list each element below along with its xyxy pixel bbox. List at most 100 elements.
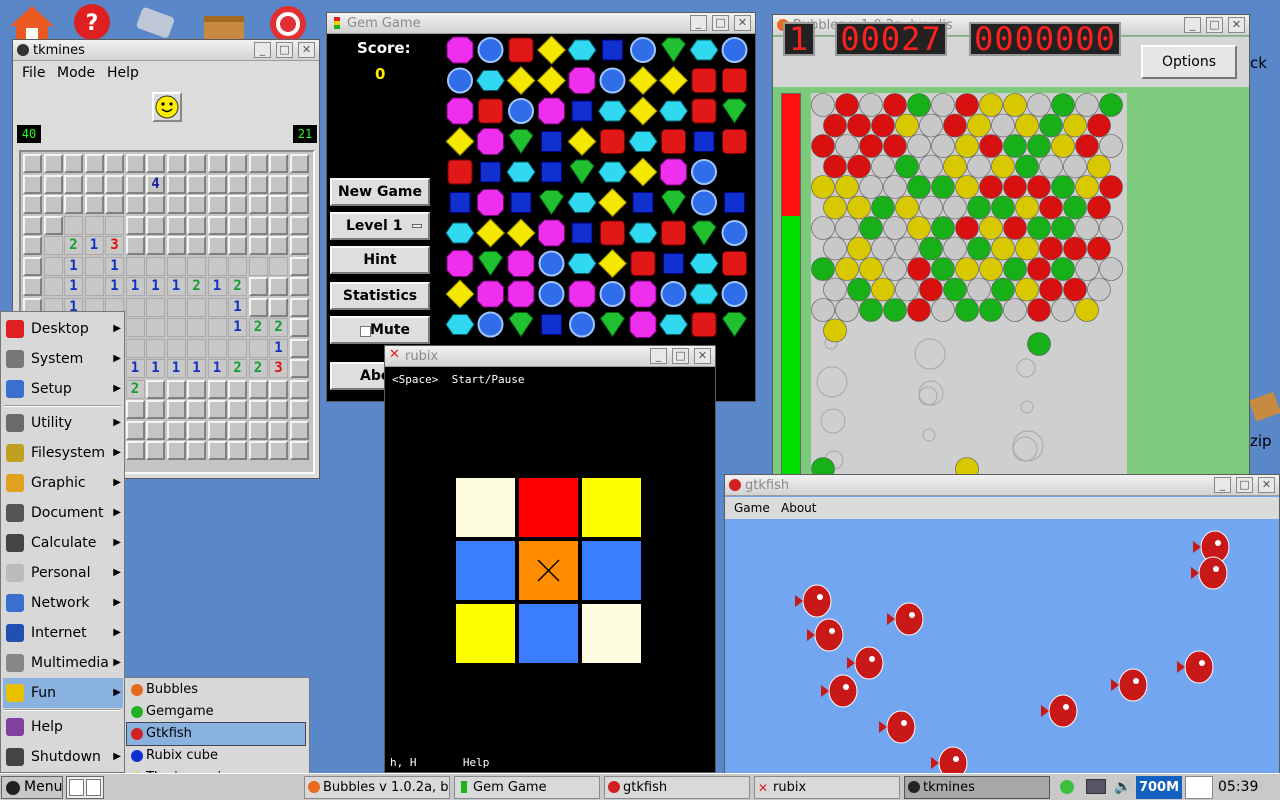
gem-cyan-hexagon[interactable]	[658, 314, 689, 335]
mine-cell[interactable]	[166, 420, 186, 440]
cube-facelet[interactable]	[582, 478, 641, 537]
mute-toggle[interactable]: Mute	[330, 316, 430, 344]
revealed-cell[interactable]	[84, 256, 104, 276]
mine-cell[interactable]	[84, 174, 104, 194]
mine-cell[interactable]	[228, 236, 247, 255]
mine-cell[interactable]	[248, 236, 268, 255]
revealed-cell[interactable]	[269, 256, 288, 276]
gem-green-emerald[interactable]	[538, 190, 565, 216]
mine-cell[interactable]	[146, 400, 165, 419]
gtkfish-titlebar[interactable]: gtkfish _ □ ✕	[725, 475, 1279, 496]
mine-cell[interactable]	[187, 154, 206, 173]
mine-cell[interactable]	[166, 236, 186, 255]
gem-blue-orb[interactable]	[599, 281, 626, 307]
mine-cell[interactable]	[125, 236, 145, 255]
gem-yellow-diamond[interactable]	[597, 187, 628, 218]
gem-magenta[interactable]	[507, 280, 535, 308]
mine-cell[interactable]	[187, 379, 206, 399]
gem-red-square[interactable]	[630, 251, 656, 276]
mine-cell[interactable]	[269, 215, 288, 235]
mine-cell[interactable]	[269, 441, 288, 460]
task-bubbles[interactable]: Bubbles v 1.0.2a, b	[304, 776, 450, 799]
cube-facelet[interactable]	[456, 478, 515, 537]
pager[interactable]	[66, 776, 104, 799]
mine-cell[interactable]	[269, 420, 288, 440]
mine-cell[interactable]	[269, 174, 288, 194]
mine-cell[interactable]	[84, 154, 104, 173]
revealed-cell[interactable]	[187, 256, 206, 276]
revealed-cell[interactable]	[125, 297, 145, 317]
gem-yellow-diamond[interactable]	[597, 248, 628, 279]
gem-yellow-diamond[interactable]	[475, 218, 506, 248]
revealed-cell[interactable]	[187, 338, 206, 358]
mine-cell[interactable]	[187, 195, 206, 214]
gem-red-square[interactable]	[691, 68, 717, 93]
mine-cell[interactable]	[269, 400, 288, 419]
gem-magenta[interactable]	[568, 67, 596, 94]
bubbles-options-button[interactable]: Options	[1141, 45, 1237, 79]
minimize-button[interactable]: _	[1214, 477, 1231, 493]
mine-cell[interactable]	[84, 195, 104, 214]
gem-magenta[interactable]	[629, 280, 657, 308]
revealed-cell[interactable]	[228, 256, 247, 276]
mine-cell[interactable]	[187, 174, 206, 194]
start-menu-item-desktop[interactable]: Desktop ▶	[3, 314, 123, 344]
gem-green-emerald[interactable]	[721, 98, 748, 124]
mine-cell[interactable]	[187, 236, 206, 255]
mine-cell[interactable]	[125, 154, 145, 173]
gem-yellow-diamond[interactable]	[628, 96, 658, 126]
gem-magenta[interactable]	[477, 189, 504, 216]
gem-cyan-hexagon[interactable]	[445, 222, 475, 244]
mine-cell[interactable]	[166, 174, 186, 194]
new-game-button[interactable]: New Game	[330, 178, 430, 206]
revealed-cell[interactable]	[146, 256, 165, 276]
smiley-button[interactable]	[152, 92, 182, 122]
mine-cell[interactable]	[248, 379, 268, 399]
start-menu-item-graphic[interactable]: Graphic ▶	[3, 468, 123, 498]
gem-red-square[interactable]	[478, 98, 503, 124]
revealed-cell[interactable]	[207, 256, 227, 276]
fun-item-gemgame[interactable]: Gemgame	[127, 701, 305, 723]
minimize-button[interactable]: _	[254, 42, 271, 58]
mine-cell[interactable]	[248, 441, 268, 460]
gem-yellow-diamond[interactable]	[506, 65, 536, 96]
revealed-cell[interactable]	[166, 297, 186, 317]
mine-cell[interactable]	[166, 400, 186, 419]
revealed-cell[interactable]	[146, 318, 165, 337]
start-menu-item-shutdown[interactable]: Shutdown ▶	[3, 742, 123, 772]
gem-blue-square[interactable]	[541, 161, 562, 183]
mine-cell[interactable]	[228, 420, 247, 440]
mine-cell[interactable]	[289, 420, 309, 440]
revealed-cell[interactable]	[207, 338, 227, 358]
task-rubix[interactable]: ✕ rubix	[754, 776, 900, 799]
mine-cell[interactable]	[248, 154, 268, 173]
mine-cell[interactable]	[187, 215, 206, 235]
gem-blue-square[interactable]	[510, 192, 532, 213]
mine-cell[interactable]	[289, 154, 309, 173]
close-button[interactable]: ✕	[694, 348, 711, 364]
home-icon[interactable]	[8, 4, 56, 44]
volume-tray-icon[interactable]: 🔊	[1114, 779, 1132, 795]
gem-magenta[interactable]	[446, 250, 474, 277]
gem-green-emerald[interactable]	[508, 312, 534, 338]
mine-cell[interactable]	[146, 420, 165, 440]
mine-cell[interactable]	[23, 195, 42, 214]
gem-blue-orb[interactable]	[691, 159, 717, 185]
start-menu-item-setup[interactable]: Setup ▶	[3, 374, 123, 404]
gem-blue-orb[interactable]	[721, 281, 748, 307]
mine-cell[interactable]	[207, 195, 227, 214]
gem-red-square[interactable]	[600, 220, 625, 246]
mine-cell[interactable]	[125, 215, 145, 235]
start-menu-item-system[interactable]: System ▶	[3, 344, 123, 374]
close-button[interactable]: ✕	[1258, 477, 1275, 493]
gem-cyan-hexagon[interactable]	[689, 283, 719, 305]
gem-yellow-diamond[interactable]	[506, 218, 536, 248]
mine-cell[interactable]	[289, 195, 309, 214]
mine-cell[interactable]	[207, 441, 227, 460]
gem-blue-orb[interactable]	[508, 98, 534, 124]
gem-cyan-hexagon[interactable]	[567, 192, 597, 213]
mine-cell[interactable]	[228, 174, 247, 194]
gem-red-square[interactable]	[691, 98, 717, 124]
revealed-cell[interactable]	[64, 215, 83, 235]
mine-cell[interactable]	[269, 379, 288, 399]
